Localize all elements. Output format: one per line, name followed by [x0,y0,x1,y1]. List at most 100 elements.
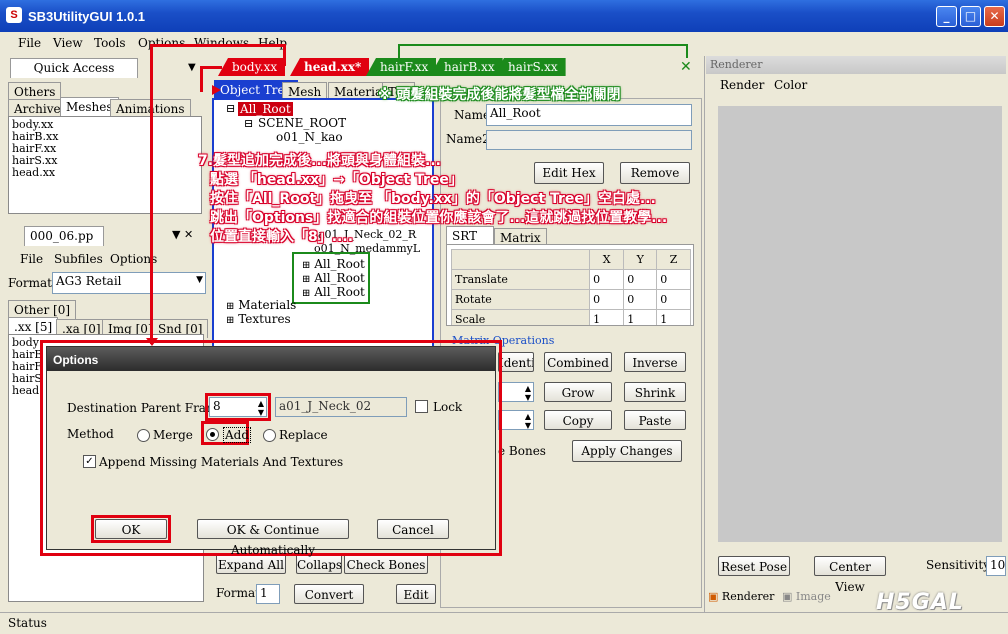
name2-label: Name2 [446,132,490,146]
file-tab-hairs[interactable]: hairS.xx [494,58,566,76]
paste-button[interactable]: Paste [624,410,686,430]
name-input[interactable]: All_Root [486,104,692,126]
combined-button[interactable]: Combined [544,352,612,372]
cell[interactable]: 1 [623,309,658,325]
cell[interactable]: 0 [623,289,658,310]
apply-changes-button[interactable]: Apply Changes [572,440,682,462]
edit-hex-button[interactable]: Edit Hex [534,162,604,184]
renderer-title: Renderer [706,56,1006,74]
window-title: SB3UtilityGUI 1.0.1 [28,9,146,24]
spinner-icon[interactable]: ▲ ▼ [525,384,531,402]
sensitivity-label: Sensitivity [926,558,990,572]
red-arrow-head [212,85,221,95]
cell[interactable]: 0 [589,269,625,290]
renderer-menu-color[interactable]: Color [774,78,807,92]
add-label: Add [223,427,252,443]
pp-tab[interactable]: 000_06.pp [24,226,104,246]
file-tab-head[interactable]: head.xx* [290,58,370,76]
chevron-down-icon: ▼ [196,275,203,285]
center-view-button[interactable]: Center View [814,556,886,594]
check-bones-button[interactable]: Check Bones [344,554,428,574]
cell[interactable]: 1 [589,309,625,325]
tree-node-toggle[interactable]: ⊟ [244,117,253,130]
tree-node-all-root[interactable]: All_Root [238,102,293,116]
close-tab-icon[interactable]: ✕ [680,59,692,75]
lock-checkbox[interactable] [415,400,428,413]
edit-button[interactable]: Edit H [396,584,436,604]
file-tab-hairf[interactable]: hairF.xx [366,58,437,76]
col-z: Z [656,249,691,270]
cell[interactable]: 0 [656,269,691,290]
tab-srt[interactable]: SRT [446,226,494,246]
red-arrow-line-down [150,44,153,344]
menu-tools[interactable]: Tools [94,36,126,50]
cancel-button[interactable]: Cancel [377,519,449,539]
replace-radio[interactable] [263,429,276,442]
spinner-icon[interactable]: ▲ ▼ [258,399,264,417]
add-radio[interactable] [206,428,219,441]
col-x: X [589,249,625,270]
mesh-file-list[interactable]: body.xx hairB.xx hairF.xx hairS.xx head.… [8,116,202,214]
remove-button[interactable]: Remove [620,162,690,184]
method-label: Method [67,427,114,441]
tree-node-textures[interactable]: ⊞ Textures [226,312,291,326]
inverse-button[interactable]: Inverse [624,352,686,372]
tree-node-hair-root[interactable]: ⊞ All_Root [302,285,365,299]
shrink-button[interactable]: Shrink [624,382,686,402]
format-select[interactable]: AG3 Retail ▼ [52,272,206,294]
renderer-menu-render[interactable]: Render [720,78,764,92]
reset-pose-button[interactable]: Reset Pose [718,556,790,576]
ok-button[interactable]: OK [95,519,167,539]
convert-button[interactable]: Convert [294,584,364,604]
renderer-tab-icon: ▣ [708,590,719,603]
image-tab-icon: ▣ [782,590,793,603]
tree-node-toggle[interactable]: ⊟ [226,102,235,115]
annotation-line-4: 跳出「Options」找適合的組裝位置你應該會了...這就跳過找位置教學... [210,210,668,226]
annotation-line-2: 點選 「head.xx」→「Object Tree」 [210,172,463,188]
tree-node-hair-root[interactable]: ⊞ All_Root [302,257,365,271]
sensitivity-input[interactable]: 100 [986,556,1006,576]
list-item[interactable]: head.xx [9,167,201,179]
row-translate: Translate [450,269,591,290]
render-viewport[interactable] [718,106,1002,542]
append-checkbox[interactable]: ✓ [83,455,96,468]
tree-node-hair-root[interactable]: ⊞ All_Root [302,271,365,285]
copy-button[interactable]: Copy [544,410,612,430]
format-label: Format [8,276,52,290]
cell[interactable]: 0 [589,289,625,310]
pp-menu-subfiles[interactable]: Subfiles [54,252,103,266]
cell[interactable]: 0 [656,289,691,310]
cell[interactable]: 0 [623,269,658,290]
cell[interactable]: 1 [656,309,691,325]
name2-input[interactable] [486,130,692,150]
merge-radio[interactable] [137,429,150,442]
matrix-input[interactable]: ▲ ▼ [498,410,534,430]
file-tab-hairb[interactable]: hairB.xx [430,58,503,76]
row-rotate: Rotate [450,289,591,310]
tree-node-kao[interactable]: o01_N_kao [276,130,343,144]
grow-button[interactable]: Grow [544,382,612,402]
format-input[interactable]: 1 [256,584,280,604]
pp-menu-file[interactable]: File [20,252,43,266]
tree-node-materials[interactable]: ⊞ Materials [226,298,296,312]
annotation-green-note: ※ 頭髮組裝完成後能將髮型檔全部關閉 [378,87,621,103]
spinner-icon[interactable]: ▲ ▼ [525,412,531,430]
quick-access-tab[interactable]: Quick Access [10,58,138,78]
menu-file[interactable]: File [18,36,41,50]
grow-amount-input[interactable]: ▲ ▼ [498,382,534,402]
srt-grid-panel: XYZ Translate 0 0 0 Rotate 0 0 0 Scale 1 1 1 [446,244,694,326]
pin-dropdown-icon[interactable]: ▼ ✕ [172,228,193,241]
ok-continue-button[interactable]: OK & Continue Automatically [197,519,349,557]
image-tab[interactable]: ▣ Image [782,590,831,603]
renderer-tab[interactable]: ▣ Renderer [708,590,774,603]
tree-node-scene-root[interactable]: SCENE_ROOT [258,116,346,130]
merge-label: Merge [153,428,193,442]
minimize-icon[interactable]: _ [936,6,957,27]
dest-parent-input[interactable]: 8 ▲ ▼ [209,397,267,417]
close-icon[interactable]: ✕ [984,6,1005,27]
menu-view[interactable]: View [53,36,83,50]
options-dialog: Options Destination Parent Frame 8 ▲ ▼ a01… [46,346,496,557]
srt-grid[interactable]: XYZ Translate 0 0 0 Rotate 0 0 0 Scale 1 1 1 [450,249,691,325]
maximize-icon[interactable]: □ [960,6,981,27]
identity-button[interactable]: Identity [498,352,534,372]
